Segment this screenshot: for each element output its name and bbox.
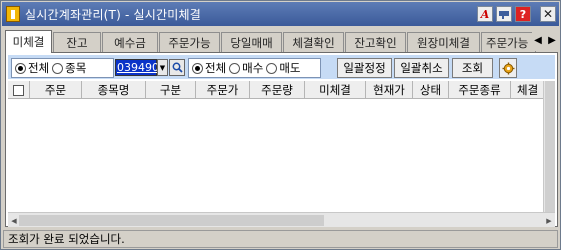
query-button[interactable]: 조회 [452, 58, 493, 78]
tab-deposit[interactable]: 예수금 [102, 32, 158, 52]
radio-dot [229, 62, 241, 74]
vertical-scrollbar[interactable] [543, 81, 555, 212]
column-header[interactable]: 종목명 [82, 81, 146, 98]
filter-toolbar: 전체 종목 039490 ▼ 전체 매수 매도 일괄정정 일괄취소 조회 [8, 55, 555, 79]
scroll-thumb[interactable] [545, 81, 555, 212]
column-header[interactable]: 구분 [146, 81, 196, 98]
status-bar: 조회가 완료 되었습니다. [3, 230, 558, 248]
status-message: 조회가 완료 되었습니다. [8, 232, 125, 246]
search-icon[interactable] [169, 59, 185, 76]
radio-scope-all[interactable]: 전체 [15, 60, 49, 76]
tab-fill-check[interactable]: 체결확인 [283, 32, 344, 52]
gear-icon[interactable] [499, 58, 517, 78]
main-window: 실시간계좌관리(T) - 실시간미체결 A ? ✕ 미체결 잔고 예수금 주문가… [0, 0, 561, 250]
scroll-thumb[interactable] [19, 215, 324, 226]
tab-balance-check[interactable]: 잔고확인 [345, 32, 406, 52]
column-header[interactable]: 주문가 [196, 81, 250, 98]
title-buttons: A ? ✕ [477, 6, 556, 22]
orders-grid: 주문 종목명 구분 주문가 주문량 미체결 현재가 상태 주문종류 체결 ◀ ▶ [8, 81, 555, 227]
radio-dot [15, 62, 26, 74]
scroll-right-icon[interactable]: ▶ [544, 215, 554, 226]
radio-dot [52, 62, 64, 74]
content-panel: 전체 종목 039490 ▼ 전체 매수 매도 일괄정정 일괄취소 조회 주문 … [5, 52, 558, 227]
radio-side-buy[interactable]: 매수 [229, 60, 263, 76]
close-icon[interactable]: ✕ [540, 6, 556, 22]
radio-label: 종목 [65, 61, 87, 75]
column-header[interactable]: 상태 [413, 81, 449, 98]
tab-unfilled[interactable]: 미체결 [5, 30, 52, 53]
window-title: 실시간계좌관리(T) - 실시간미체결 [25, 7, 201, 22]
chevron-down-icon[interactable]: ▼ [157, 59, 168, 76]
title-bar[interactable]: 실시간계좌관리(T) - 실시간미체결 A ? ✕ [2, 2, 559, 26]
column-header[interactable]: 주문종류 [449, 81, 511, 98]
radio-side-sell[interactable]: 매도 [266, 60, 301, 76]
tab-orderable-2[interactable]: 주문가능 [481, 32, 536, 52]
tab-scroll: ◀ ▶ [532, 31, 558, 51]
bulk-modify-button[interactable]: 일괄정정 [337, 58, 392, 78]
tab-today-trades[interactable]: 당일매매 [221, 32, 282, 52]
font-icon[interactable]: A [477, 6, 493, 22]
radio-label: 전체 [28, 61, 50, 75]
scope-radio-group: 전체 종목 [11, 58, 114, 78]
tab-ledger-unfilled[interactable]: 원장미체결 [407, 32, 480, 52]
radio-scope-stock[interactable]: 종목 [52, 60, 86, 76]
help-icon[interactable]: ? [515, 6, 531, 22]
scroll-left-icon[interactable]: ◀ [9, 215, 19, 226]
radio-label: 매도 [279, 61, 301, 75]
side-radio-group: 전체 매수 매도 [188, 58, 321, 78]
radio-dot [192, 62, 203, 74]
stock-code-input[interactable]: 039490 [115, 59, 159, 76]
column-header[interactable]: 현재가 [366, 81, 413, 98]
tab-balance[interactable]: 잔고 [53, 32, 101, 52]
tab-left-icon[interactable]: ◀ [532, 31, 544, 49]
column-header[interactable]: 주문 [30, 81, 82, 98]
bulk-cancel-button[interactable]: 일괄취소 [394, 58, 449, 78]
horizontal-scrollbar[interactable]: ◀ ▶ [8, 212, 555, 227]
grid-header: 주문 종목명 구분 주문가 주문량 미체결 현재가 상태 주문종류 체결 [8, 81, 543, 99]
radio-dot [266, 62, 278, 74]
app-icon [6, 6, 20, 22]
tab-bar: 미체결 잔고 예수금 주문가능 당일매매 체결확인 잔고확인 원장미체결 주문가… [5, 30, 558, 53]
column-header[interactable]: 체결 [511, 81, 543, 98]
radio-label: 매수 [242, 61, 264, 75]
checkbox-box [13, 84, 24, 96]
pin-icon[interactable] [496, 6, 512, 22]
column-header[interactable]: 주문량 [250, 81, 305, 98]
select-all-checkbox[interactable] [8, 81, 30, 98]
tab-orderable[interactable]: 주문가능 [159, 32, 220, 52]
tab-right-icon[interactable]: ▶ [546, 31, 558, 49]
radio-label: 전체 [205, 61, 227, 75]
column-header[interactable]: 미체결 [305, 81, 366, 98]
radio-side-all[interactable]: 전체 [192, 60, 226, 76]
